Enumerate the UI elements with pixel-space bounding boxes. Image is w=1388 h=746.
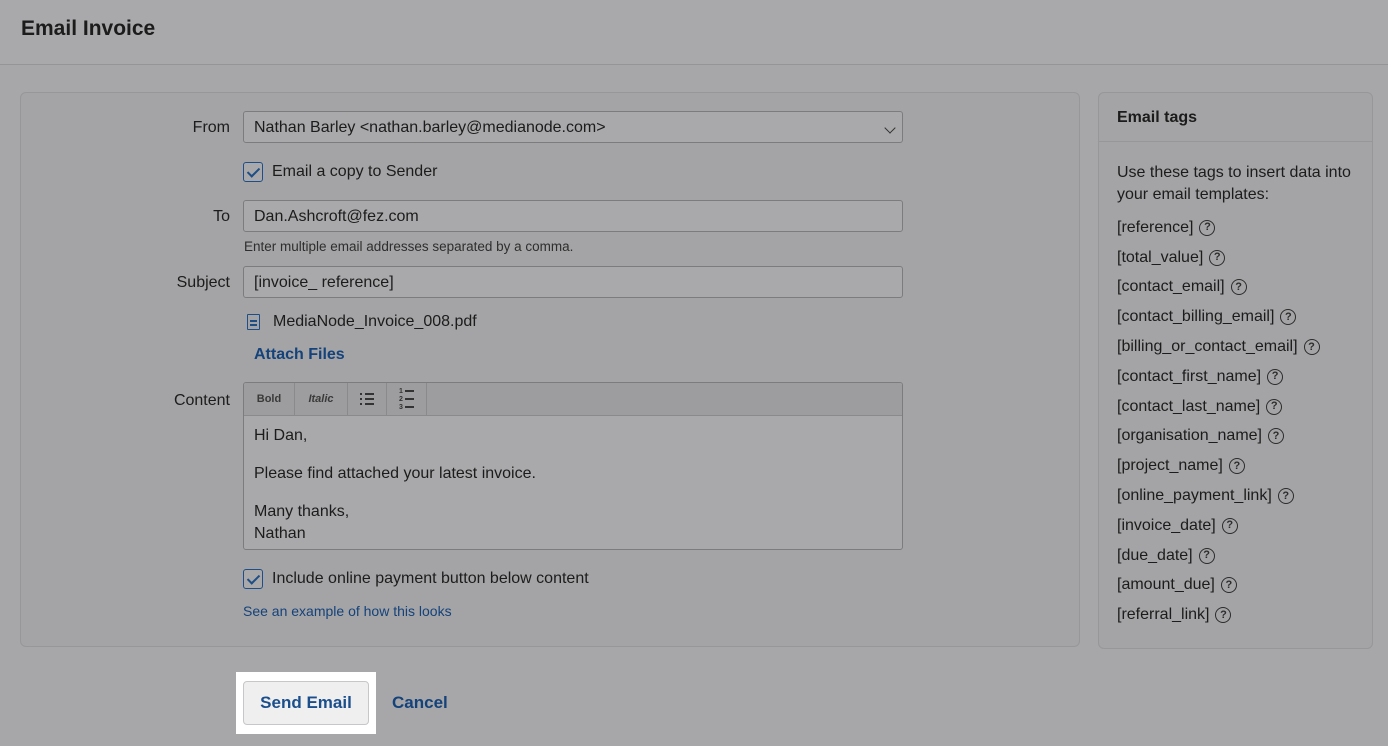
help-icon[interactable]: ?	[1220, 577, 1237, 594]
help-icon[interactable]: ?	[1266, 398, 1283, 415]
tag-label: [total_value]	[1117, 248, 1204, 266]
subject-input-value: [invoice_ reference]	[254, 274, 394, 291]
tag-item: [online_payment_link]?	[1117, 481, 1320, 511]
tag-label: [invoice_date]	[1117, 516, 1216, 534]
tag-item: [project_name]?	[1117, 451, 1320, 481]
subject-label: Subject	[176, 274, 230, 291]
content-label: Content	[173, 392, 230, 409]
page-title: Email Invoice	[21, 17, 156, 40]
tag-label: [online_payment_link]	[1117, 487, 1272, 505]
tag-item: [due_date]?	[1117, 541, 1320, 571]
tag-label: [referral_link]	[1117, 606, 1210, 624]
tag-label: [amount_due]	[1117, 576, 1215, 594]
editor-content[interactable]: Hi Dan, Please find attached your latest…	[244, 416, 902, 549]
help-icon[interactable]: ?	[1280, 309, 1297, 326]
tag-item: [organisation_name]?	[1117, 422, 1320, 452]
help-icon[interactable]: ?	[1209, 249, 1226, 266]
bold-button[interactable]: Bold	[244, 383, 295, 415]
help-icon[interactable]: ?	[1228, 458, 1245, 475]
help-icon[interactable]: ?	[1221, 517, 1238, 534]
tag-label: [reference]	[1117, 218, 1194, 236]
bullet-list-button[interactable]	[348, 383, 387, 415]
bullet-list-icon	[360, 393, 374, 405]
help-icon[interactable]: ?	[1199, 219, 1216, 236]
tag-label: [contact_billing_email]	[1117, 308, 1275, 326]
tag-label: [contact_first_name]	[1117, 367, 1262, 385]
help-icon[interactable]: ?	[1198, 547, 1215, 564]
content-name: Nathan	[254, 525, 306, 542]
to-input[interactable]: Dan.Ashcroft@fez.com	[243, 200, 903, 232]
help-icon[interactable]: ?	[1215, 607, 1232, 624]
content-greeting: Hi Dan,	[254, 427, 308, 444]
email-tags-intro: Use these tags to insert data into your …	[1117, 164, 1351, 203]
tag-label: [contact_last_name]	[1117, 397, 1261, 415]
tag-label: [organisation_name]	[1117, 427, 1262, 445]
payment-button-row[interactable]: Include online payment button below cont…	[243, 569, 589, 589]
attach-files-link[interactable]: Attach Files	[254, 346, 345, 364]
tag-label: [billing_or_contact_email]	[1117, 338, 1298, 356]
tag-item: [contact_last_name]?	[1117, 392, 1320, 422]
content-editor[interactable]: Bold Italic 123 Hi Dan, Please find atta…	[243, 382, 903, 550]
payment-button-checkbox[interactable]	[243, 569, 263, 589]
help-icon[interactable]: ?	[1303, 339, 1320, 356]
from-select[interactable]: Nathan Barley <nathan.barley@medianode.c…	[243, 111, 903, 143]
chevron-down-icon	[884, 122, 896, 134]
to-hint: Enter multiple email addresses separated…	[244, 239, 574, 254]
email-tags-title: Email tags	[1099, 93, 1372, 142]
document-icon	[247, 314, 260, 330]
tag-item: [contact_email]?	[1117, 273, 1320, 303]
to-input-value: Dan.Ashcroft@fez.com	[254, 208, 419, 225]
tag-item: [total_value]?	[1117, 243, 1320, 273]
from-label: From	[192, 119, 230, 136]
italic-button[interactable]: Italic	[295, 383, 348, 415]
payment-button-label: Include online payment button below cont…	[272, 570, 589, 587]
copy-sender-checkbox[interactable]	[243, 162, 263, 182]
cancel-button[interactable]: Cancel	[392, 693, 448, 713]
copy-sender-row[interactable]: Email a copy to Sender	[243, 162, 437, 182]
from-select-value: Nathan Barley <nathan.barley@medianode.c…	[254, 119, 606, 136]
help-icon[interactable]: ?	[1267, 428, 1284, 445]
tag-item: [invoice_date]?	[1117, 511, 1320, 541]
tag-item: [referral_link]?	[1117, 600, 1320, 630]
tag-label: [due_date]	[1117, 546, 1193, 564]
tag-item: [amount_due]?	[1117, 571, 1320, 601]
editor-toolbar: Bold Italic 123	[244, 383, 902, 416]
tag-list: [reference]? [total_value]? [contact_email…	[1117, 213, 1320, 630]
subject-input[interactable]: [invoice_ reference]	[243, 266, 903, 298]
attachment-item[interactable]: MediaNode_Invoice_008.pdf	[247, 313, 477, 331]
tag-item: [contact_billing_email]?	[1117, 302, 1320, 332]
to-label: To	[213, 208, 230, 225]
numbered-list-icon: 123	[399, 388, 414, 411]
tag-item: [contact_first_name]?	[1117, 362, 1320, 392]
help-icon[interactable]: ?	[1277, 488, 1294, 505]
content-body: Please find attached your latest invoice…	[254, 465, 536, 482]
tag-item: [billing_or_contact_email]?	[1117, 332, 1320, 362]
tag-item: [reference]?	[1117, 213, 1320, 243]
attachment-name: MediaNode_Invoice_008.pdf	[273, 313, 477, 330]
copy-sender-label: Email a copy to Sender	[272, 163, 438, 180]
help-icon[interactable]: ?	[1230, 279, 1247, 296]
email-form-panel	[20, 92, 1080, 647]
page-header: Email Invoice	[0, 0, 1388, 65]
tag-label: [contact_email]	[1117, 278, 1225, 296]
send-email-button[interactable]: Send Email	[243, 681, 369, 725]
email-tags-panel: Email tags Use these tags to insert data…	[1098, 92, 1373, 649]
help-icon[interactable]: ?	[1267, 368, 1284, 385]
numbered-list-button[interactable]: 123	[387, 383, 427, 415]
tag-label: [project_name]	[1117, 457, 1223, 475]
send-email-highlight: Send Email	[236, 672, 376, 734]
example-link[interactable]: See an example of how this looks	[243, 603, 452, 619]
content-signoff: Many thanks,	[254, 503, 350, 520]
